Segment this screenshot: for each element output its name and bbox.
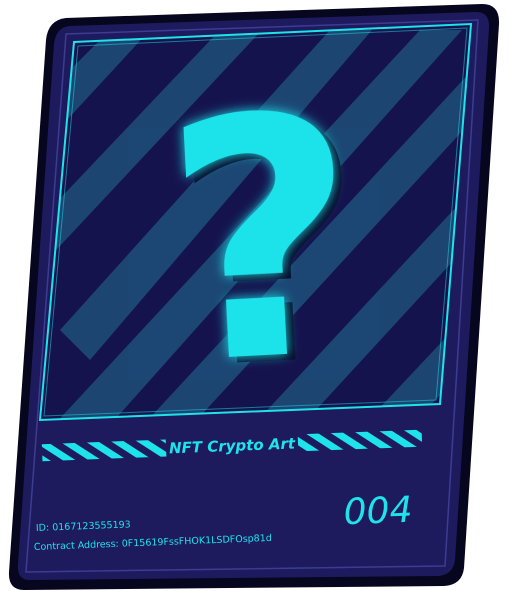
nft-card: ? ? NFT Crypto Art 004 ID: 0167123555193…: [8, 4, 500, 590]
nft-card-stage: ? ? NFT Crypto Art 004 ID: 0167123555193…: [0, 0, 512, 591]
card-number: 004: [343, 490, 413, 534]
question-mark-glyph: ?: [157, 44, 368, 437]
